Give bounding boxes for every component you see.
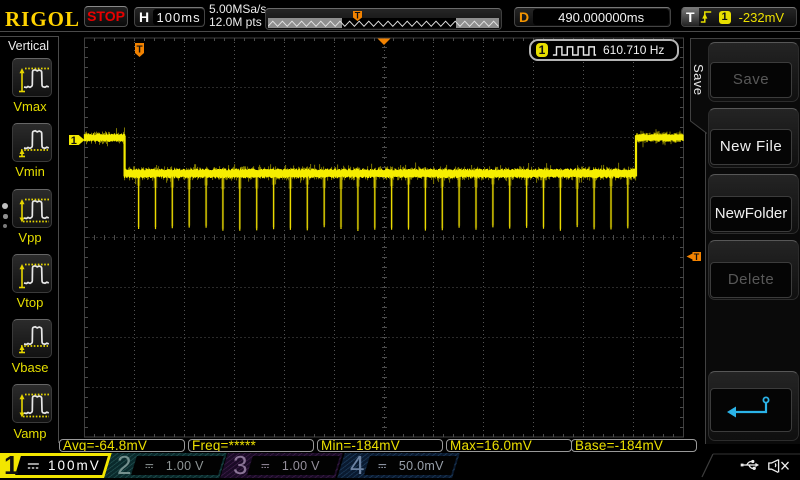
- svg-text:1: 1: [71, 135, 77, 147]
- svg-text:T: T: [694, 252, 700, 262]
- svg-text:T: T: [136, 45, 142, 56]
- svg-text:T: T: [355, 11, 361, 21]
